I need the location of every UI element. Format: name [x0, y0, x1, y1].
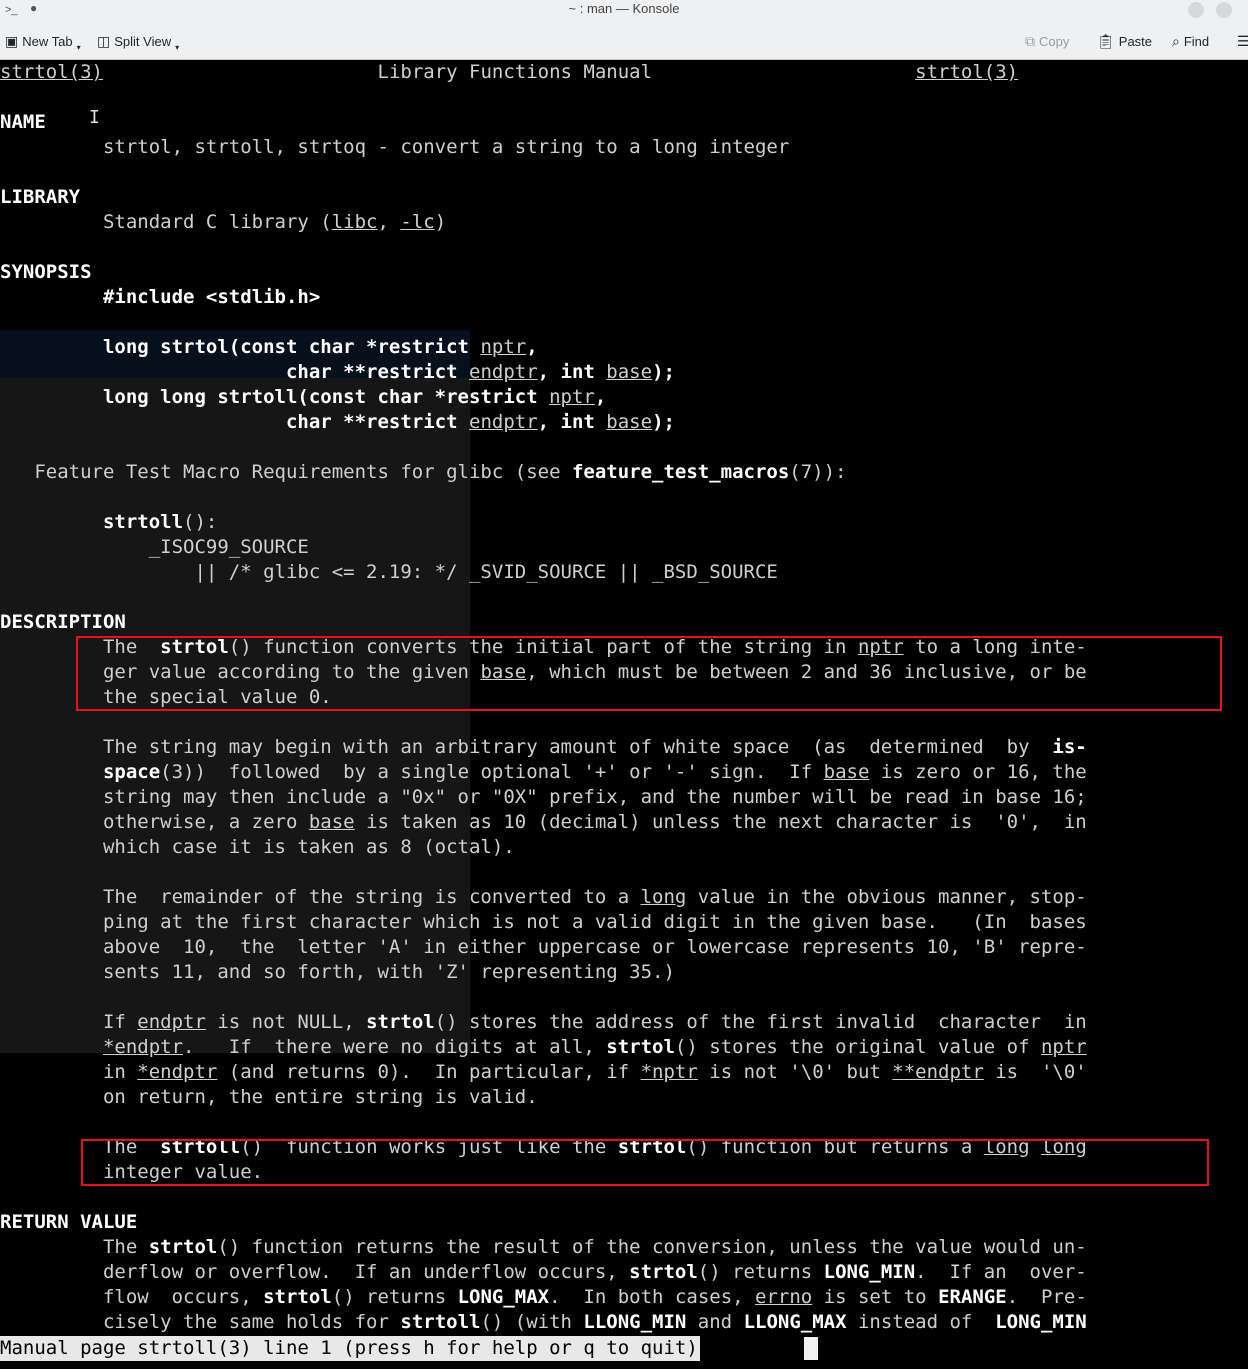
return-value-p1: derflow or overflow. If an underflow occ… [0, 1261, 1087, 1283]
paste-icon: 📋︎ [1097, 33, 1115, 49]
section-heading-description: DESCRIPTION [0, 611, 126, 633]
split-view-icon: ◫ [97, 33, 111, 49]
return-value-p1: cisely the same holds for strtoll() (wit… [0, 1311, 1087, 1333]
highlight-box-strtoll [81, 1139, 1209, 1186]
find-label: Find [1183, 34, 1210, 49]
copy-label: Copy [1039, 34, 1070, 49]
hamburger-menu-button[interactable]: ☰ [1237, 22, 1248, 59]
highlight-box-strtol [76, 636, 1222, 711]
section-heading-return-value: RETURN VALUE [0, 1211, 138, 1233]
description-p4: on return, the entire string is valid. [0, 1086, 538, 1108]
description-p2: which case it is taken as 8 (octal). [0, 836, 515, 858]
feature-isoc99: _ISOC99_SOURCE [0, 536, 309, 558]
chevron-down-icon: ▾ [175, 43, 180, 52]
minimize-button[interactable] [1188, 2, 1204, 18]
paste-label: Paste [1118, 34, 1153, 49]
description-p2: The string may begin with an arbitrary a… [0, 736, 1087, 758]
maximize-button[interactable] [1216, 2, 1232, 18]
library-line: Standard C library (libc, -lc) [0, 211, 447, 233]
synopsis-strtol: long strtol(const char *restrict nptr, [102, 336, 538, 358]
description-p2: space(3)) followed by a single optional … [102, 761, 1087, 783]
window-titlebar[interactable]: >_ ● ~ : man — Konsole [0, 0, 1248, 22]
description-p3: sents 11, and so forth, with 'Z' represe… [0, 961, 675, 983]
copy-icon: ⧉ [1025, 33, 1035, 49]
man-header-center: Library Functions Manual [377, 61, 653, 83]
return-value-p1: flow occurs, strtol() returns LONG_MAX. … [0, 1286, 1087, 1308]
man-header-right: strtol(3) [915, 61, 1019, 83]
man-header-line: strtol(3) Library Functions Manual strto… [0, 60, 1018, 85]
copy-button[interactable]: ⧉ Copy [1025, 22, 1069, 59]
description-p4: If endptr is not NULL, strtol() stores t… [0, 1011, 1087, 1033]
description-p2: otherwise, a zero base is taken as 10 (d… [0, 811, 1087, 833]
description-p2: string may then include a "0x" or "0X" p… [0, 786, 1087, 808]
terminal-cursor [804, 1337, 818, 1360]
synopsis-strtoll: long long strtoll(const char *restrict n… [102, 386, 607, 408]
return-value-p1: The strtol() function returns the result… [0, 1236, 1087, 1258]
new-tab-label: New Tab [22, 34, 73, 49]
split-view-button[interactable]: ◫ Split View ▾ [97, 22, 179, 59]
description-p3: The remainder of the string is converted… [0, 886, 1087, 908]
section-heading-name: NAME [0, 111, 46, 133]
text-cursor-ibeam-icon: I [89, 107, 100, 128]
description-p3: above 10, the letter 'A' in either upper… [0, 936, 1087, 958]
feature-svid-bsd: || /* glibc <= 2.19: */ _SVID_SOURCE || … [0, 561, 778, 583]
window-title: ~ : man — Konsole [568, 1, 680, 16]
section-heading-library: LIBRARY [0, 186, 81, 208]
new-tab-button[interactable]: ▣ New Tab ▾ [5, 22, 81, 59]
find-button[interactable]: ⌕ Find [1172, 22, 1209, 59]
split-view-label: Split View [114, 34, 172, 49]
feature-strtoll: strtoll(): [102, 511, 218, 533]
chevron-down-icon: ▾ [76, 43, 81, 52]
man-header-left: strtol(3) [0, 61, 103, 83]
description-p4: in *endptr (and returns 0). In particula… [0, 1061, 1087, 1083]
synopsis-strtol-args: char **restrict endptr, int base); [285, 361, 675, 383]
search-icon: ⌕ [1172, 33, 1180, 49]
name-line: strtol, strtoll, strtoq - convert a stri… [102, 136, 790, 158]
toolbar: ▣ New Tab ▾ ◫ Split View ▾ ⧉ Copy 📋︎ Paste ⌕ Fi… [0, 22, 1248, 60]
description-p3: ping at the first character which is not… [0, 911, 1087, 933]
terminal-icon: ▣ [5, 33, 19, 49]
description-p4: *endptr. If there were no digits at all,… [102, 1036, 1087, 1058]
paste-button[interactable]: 📋︎ Paste [1097, 22, 1152, 59]
pager-status-line: Manual page strtoll(3) line 1 (press h f… [0, 1336, 700, 1361]
synopsis-include: #include <stdlib.h> [102, 286, 321, 308]
feature-test-line: Feature Test Macro Requirements for glib… [0, 461, 847, 483]
synopsis-strtoll-args: char **restrict endptr, int base); [285, 411, 675, 433]
menu-icon: ☰ [1237, 33, 1248, 49]
section-heading-synopsis: SYNOPSIS [0, 261, 92, 283]
